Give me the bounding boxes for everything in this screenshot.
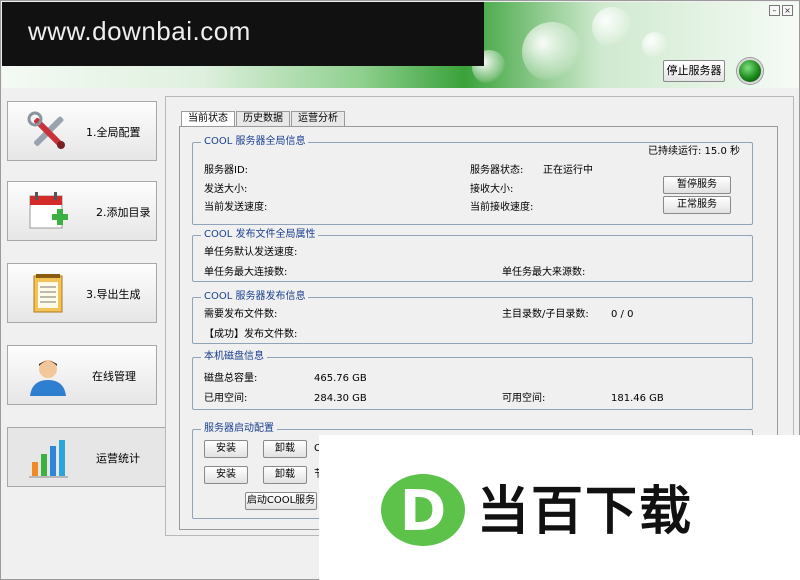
group-disk-info: 本机磁盘信息 磁盘总容量: 465.76 GB 已用空间: 284.30 GB …: [192, 350, 753, 410]
group-title: 服务器启动配置: [201, 422, 277, 436]
sidebar-item-add-directory[interactable]: 2.添加目录: [7, 181, 157, 241]
sidebar-item-export[interactable]: 3.导出生成: [7, 263, 157, 323]
sidebar-item-label: 运营统计: [96, 452, 140, 465]
disk-used-value: 284.30 GB: [314, 393, 367, 404]
site-logo: D 当百下载: [319, 435, 800, 580]
send-speed-label: 当前发送速度:: [204, 202, 268, 213]
send-size-label: 发送大小:: [204, 184, 248, 195]
tools-icon: [27, 111, 65, 149]
disk-free-label: 可用空间:: [502, 393, 546, 404]
need-files-label: 需要发布文件数:: [204, 309, 278, 320]
disk-used-label: 已用空间:: [204, 393, 248, 404]
install-button[interactable]: 安装: [204, 466, 248, 484]
recv-speed-label: 当前接收速度:: [470, 202, 534, 213]
group-title: COOL 服务器全局信息: [201, 135, 309, 149]
normal-service-button[interactable]: 正常服务: [663, 196, 731, 214]
tab-analysis[interactable]: 运营分析: [291, 111, 345, 126]
dirs-value: 0 / 0: [611, 309, 634, 320]
uninstall-button[interactable]: 卸载: [263, 466, 307, 484]
minimize-icon[interactable]: –: [769, 5, 780, 16]
group-server-info: COOL 服务器全局信息 已持续运行: 15.0 秒 服务器ID: 服务器状态:…: [192, 135, 753, 225]
watermark-banner: www.downbai.com: [2, 2, 484, 66]
status-led-icon: [737, 58, 763, 84]
group-publish-info: COOL 服务器发布信息 需要发布文件数: 主目录数/子目录数: 0 / 0 【…: [192, 290, 753, 344]
sidebar-item-online-manage[interactable]: 在线管理: [7, 345, 157, 405]
close-icon[interactable]: ×: [782, 5, 793, 16]
disk-total-label: 磁盘总容量:: [204, 373, 258, 384]
max-sources-label: 单任务最大来源数:: [502, 267, 586, 278]
server-status-value: 正在运行中: [543, 165, 593, 176]
uptime-text: 已持续运行: 15.0 秒: [648, 146, 740, 157]
sidebar-item-label: 2.添加目录: [96, 206, 151, 219]
stop-server-button[interactable]: 停止服务器: [663, 60, 725, 82]
server-id-label: 服务器ID:: [204, 165, 249, 176]
dirs-label: 主目录数/子目录数:: [502, 309, 589, 320]
install-button[interactable]: 安装: [204, 440, 248, 458]
window-controls: – ×: [769, 5, 793, 16]
sidebar-item-label: 1.全局配置: [86, 126, 141, 139]
sidebar-item-operations-stats[interactable]: 运营统计: [7, 427, 165, 487]
sidebar-item-label: 在线管理: [92, 370, 136, 383]
tab-history[interactable]: 历史数据: [236, 111, 290, 126]
group-title: 本机磁盘信息: [201, 350, 267, 364]
decor-bubble: [642, 32, 668, 58]
group-file-props: COOL 发布文件全局属性 单任务默认发送速度: 单任务最大连接数: 单任务最大…: [192, 228, 753, 282]
sidebar-item-global-config[interactable]: 1.全局配置: [7, 101, 157, 161]
tab-bar: 当前状态 历史数据 运营分析: [181, 111, 346, 127]
pause-service-button[interactable]: 暂停服务: [663, 176, 731, 194]
uninstall-button[interactable]: 卸载: [263, 440, 307, 458]
disk-total-value: 465.76 GB: [314, 373, 367, 384]
recv-size-label: 接收大小:: [470, 184, 514, 195]
disk-free-value: 181.46 GB: [611, 393, 664, 404]
server-status-label: 服务器状态:: [470, 165, 524, 176]
decor-bubble: [522, 22, 582, 82]
calendar-add-icon: [29, 192, 68, 229]
max-connections-label: 单任务最大连接数:: [204, 267, 288, 278]
bar-chart-icon: [29, 440, 68, 478]
group-title: COOL 服务器发布信息: [201, 290, 309, 304]
tab-current-status[interactable]: 当前状态: [181, 111, 235, 127]
logo-text: 当百下载: [477, 482, 694, 542]
logo-mark-icon: D: [381, 474, 465, 546]
app-window: www.downbai.com – × 停止服务器 1.全局配置 2.添加目录 …: [0, 0, 800, 580]
logo-letter: D: [400, 479, 446, 544]
success-files-label: 【成功】发布文件数:: [204, 329, 298, 340]
start-cool-service-button[interactable]: 启动COOL服务: [245, 492, 317, 510]
user-icon: [30, 360, 66, 396]
notepad-icon: [33, 274, 63, 313]
group-title: COOL 发布文件全局属性: [201, 228, 319, 242]
sidebar-item-label: 3.导出生成: [86, 288, 141, 301]
sidebar: 1.全局配置 2.添加目录 3.导出生成 在线管理 运营统计: [5, 96, 165, 496]
decor-bubble: [592, 7, 632, 47]
default-speed-label: 单任务默认发送速度:: [204, 247, 298, 258]
